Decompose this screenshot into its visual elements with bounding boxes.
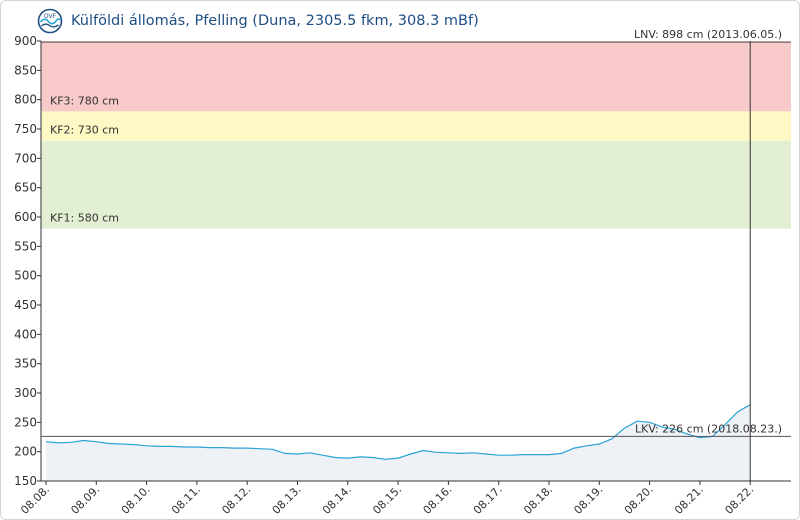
chart-window: OVF Külföldi állomás, Pfelling (Duna, 23… — [0, 0, 800, 520]
y-tick-label: 250 — [14, 415, 37, 429]
reference-line-label-2: LKV: 226 cm (2018.08.23.) — [635, 422, 782, 435]
warning-band-label-3: KF1: 580 cm — [50, 212, 119, 225]
y-tick-label: 200 — [14, 445, 37, 459]
y-tick-label: 900 — [14, 34, 37, 48]
x-tick-label: 08.18. — [521, 483, 555, 517]
warning-band-3 — [41, 140, 791, 229]
x-tick-label: 08.10. — [119, 483, 153, 517]
x-tick-label: 08.09. — [68, 483, 102, 517]
water-level-area — [46, 404, 751, 481]
y-tick-label: 400 — [14, 327, 37, 341]
warning-band-1 — [41, 41, 791, 112]
y-tick-label: 300 — [14, 386, 37, 400]
reference-line-label-1: LNV: 898 cm (2013.06.05.) — [634, 28, 782, 41]
warning-band-label-2: KF2: 730 cm — [50, 124, 119, 137]
water-level-chart: KF3: 780 cm KF2: 730 cm KF1: 580 cm LNV: 89… — [14, 28, 791, 517]
x-tick-label: 08.11. — [169, 483, 203, 517]
x-tick-label: 08.22. — [722, 483, 756, 517]
y-tick-label: 650 — [14, 181, 37, 195]
y-tick-label: 150 — [14, 474, 37, 488]
y-tick-label: 850 — [14, 63, 37, 77]
x-tick-label: 08.12. — [219, 483, 253, 517]
y-tick-label: 350 — [14, 357, 37, 371]
y-tick-label: 500 — [14, 269, 37, 283]
x-tick-label: 08.15. — [370, 483, 404, 517]
y-tick-label: 450 — [14, 298, 37, 312]
y-tick-label: 550 — [14, 239, 37, 253]
warning-band-2 — [41, 111, 791, 141]
x-tick-label: 08.20. — [622, 483, 656, 517]
y-tick-label: 700 — [14, 151, 37, 165]
x-tick-label: 08.19. — [571, 483, 605, 517]
x-tick-label: 08.16. — [421, 483, 455, 517]
x-tick-label: 08.14. — [320, 483, 354, 517]
x-tick-label: 08.21. — [672, 483, 706, 517]
x-tick-label: 08.13. — [270, 483, 304, 517]
y-tick-label: 750 — [14, 122, 37, 136]
y-tick-label: 800 — [14, 93, 37, 107]
x-tick-label: 08.17. — [471, 483, 505, 517]
x-tick-label: 08.08. — [18, 483, 52, 517]
warning-band-label-1: KF3: 780 cm — [50, 94, 119, 107]
y-tick-label: 600 — [14, 210, 37, 224]
